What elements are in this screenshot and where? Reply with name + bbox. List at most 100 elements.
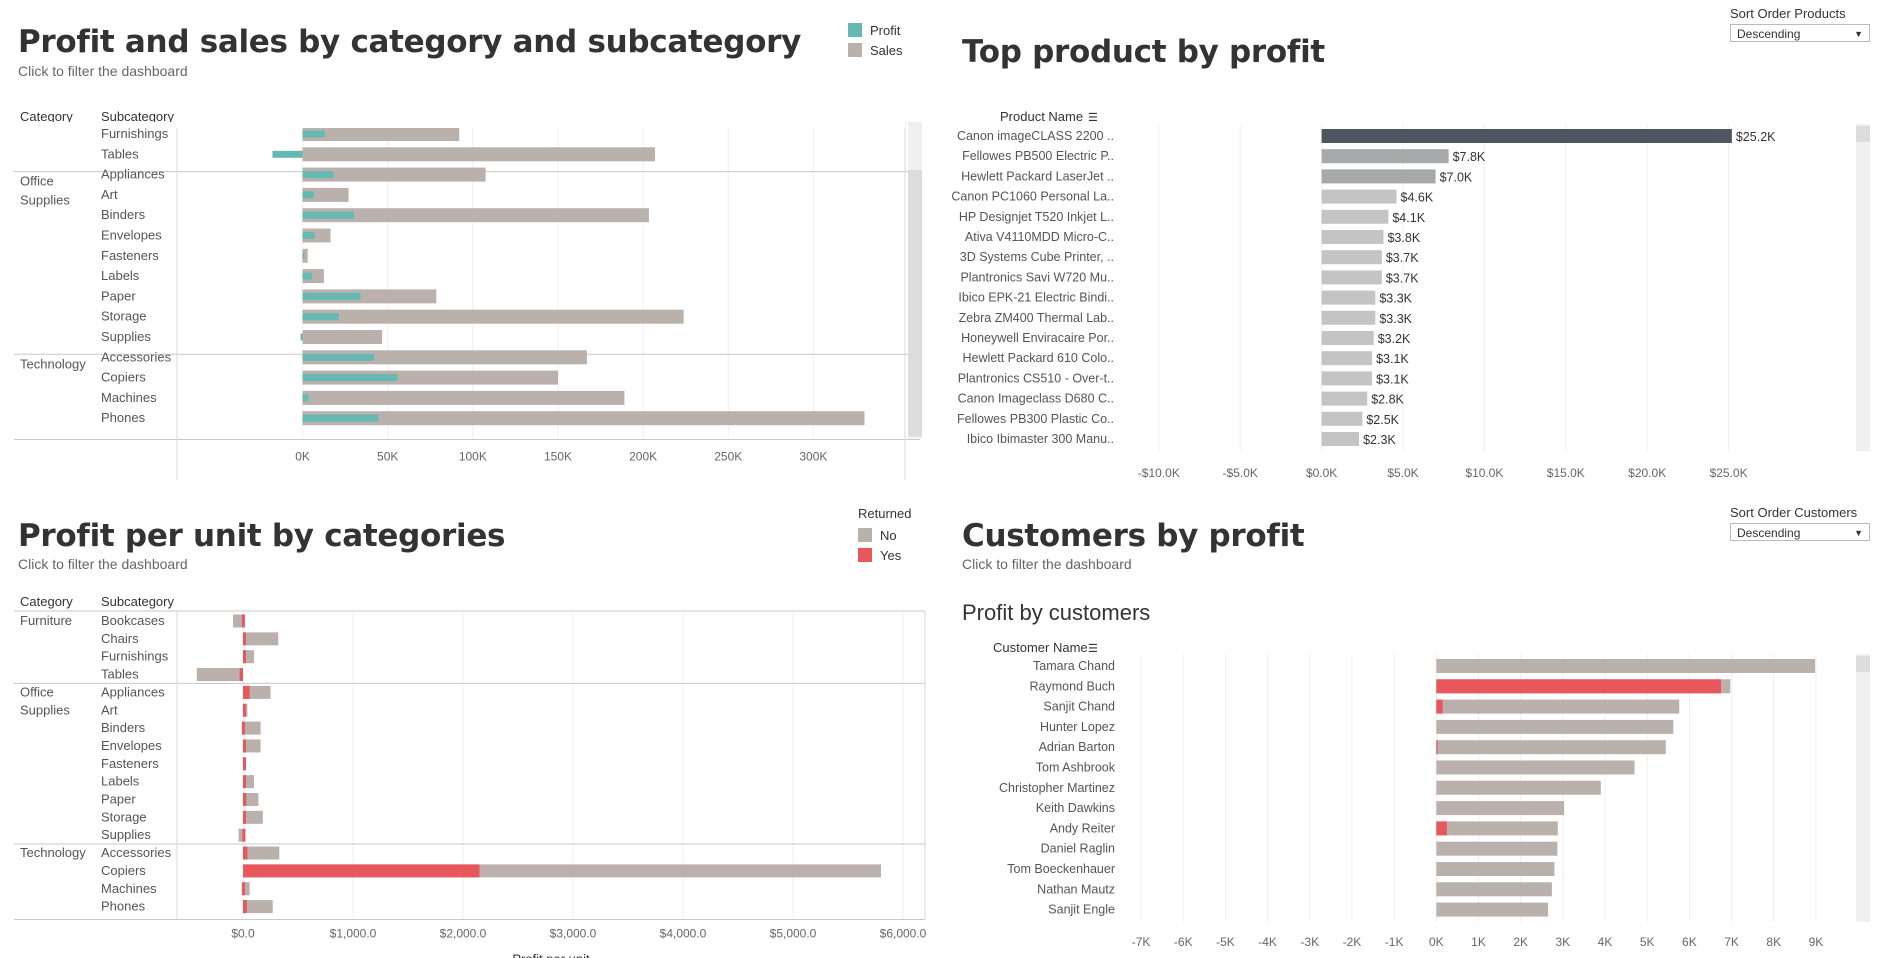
yes-bar-envelopes <box>243 739 246 753</box>
subcategory-label-envelopes: Envelopes <box>101 738 162 753</box>
x-tick-label: $1,000.0 <box>330 926 377 940</box>
sort-order-customers-value: Descending <box>1737 526 1801 540</box>
subcategory-label-supplies: Supplies <box>101 329 151 344</box>
no-bar-sanjit-chand <box>1436 699 1680 714</box>
no-bar-andy-reiter <box>1436 821 1558 836</box>
customers-profit-chart[interactable]: Customer Name ☰ Tamara Chand Raymond Buch Sa… <box>940 634 1879 958</box>
legend-item-sales[interactable]: Sales <box>848 40 903 60</box>
x-tick-label: $3,000.0 <box>550 926 597 940</box>
yes-bar-bookcases <box>241 614 245 628</box>
subcategory-label-labels: Labels <box>101 268 140 283</box>
profit-bar-copiers <box>302 374 398 382</box>
x-tick-label: $2,000.0 <box>440 926 487 940</box>
x-tick-label: 6K <box>1682 935 1697 949</box>
profit-bar-tables <box>272 150 303 158</box>
sort-order-customers-select[interactable]: Descending ▼ <box>1730 523 1870 541</box>
product-bar-10 <box>1321 310 1376 325</box>
customer-label-sanjit-engle: Sanjit Engle <box>1048 903 1115 917</box>
no-bar-keith-dawkins <box>1436 801 1565 816</box>
scrollbar-track <box>1856 124 1870 452</box>
product-bar-2 <box>1321 149 1449 164</box>
subcategory-label-art: Art <box>101 187 118 202</box>
no-bar-nathan-mautz <box>1436 882 1552 897</box>
subcategory-label-labels: Labels <box>101 774 140 789</box>
legend-item-no[interactable]: No <box>858 525 911 545</box>
sort-order-customers-label: Sort Order Customers <box>1730 505 1858 520</box>
subcategory-label-phones: Phones <box>101 410 146 425</box>
top-product-title: Top product by profit <box>962 34 1325 70</box>
product-bar-14 <box>1321 391 1368 406</box>
product-value-label-3: $7.0K <box>1440 170 1473 184</box>
product-bar-9 <box>1321 290 1376 305</box>
yes-bar-fasteners <box>243 757 246 771</box>
sort-order-products[interactable]: Sort Order Products Descending ▼ <box>1730 6 1870 42</box>
x-tick-label: 2K <box>1513 935 1528 949</box>
yes-bar-labels <box>243 775 246 789</box>
subcategory-label-furnishings: Furnishings <box>101 649 169 664</box>
sales-bar-phones <box>302 411 865 426</box>
legend-item-profit[interactable]: Profit <box>848 20 903 40</box>
profit-bar-paper <box>302 292 361 300</box>
subcategory-label-fasteners: Fasteners <box>101 248 159 263</box>
yes-bar-paper <box>243 793 247 806</box>
category-label-technology: Technology <box>20 356 86 371</box>
x-tick-label: $4,000.0 <box>660 926 707 940</box>
x-tick-label: $0.0K <box>1306 466 1337 480</box>
subcategory-label-envelopes: Envelopes <box>101 228 162 243</box>
subcategory-header: Subcategory <box>101 594 174 609</box>
customer-name-header: Customer Name <box>993 640 1088 655</box>
x-tick-label: 8K <box>1766 935 1781 949</box>
subcategory-label-accessories: Accessories <box>101 845 172 860</box>
product-bar-6 <box>1321 230 1384 244</box>
sales-bar-furnishings <box>302 127 460 141</box>
subcategory-label-chairs: Chairs <box>101 631 139 646</box>
yes-bar-tables <box>239 668 243 682</box>
customer-label-nathan-mautz: Nathan Mautz <box>1037 882 1115 896</box>
product-bar-15 <box>1321 411 1363 426</box>
product-value-label-13: $3.1K <box>1376 372 1409 386</box>
product-bar-1 <box>1321 129 1732 143</box>
legend-swatch-profit <box>848 23 862 37</box>
subcategory-label-appliances: Appliances <box>101 684 165 699</box>
profit-sales-chart[interactable]: Category Subcategory Office Supplies Technol… <box>0 100 935 480</box>
product-label-5: HP Designjet T520 Inkjet L.. <box>959 210 1114 224</box>
product-value-label-15: $2.5K <box>1366 413 1399 427</box>
profit-sales-legend[interactable]: Profit Sales <box>848 20 903 60</box>
subcategory-label-fasteners: Fasteners <box>101 756 159 771</box>
subcategory-label-art: Art <box>101 702 118 717</box>
product-label-7: 3D Systems Cube Printer, .. <box>960 250 1114 264</box>
product-label-12: Hewlett Packard 610 Colo.. <box>963 351 1114 365</box>
product-label-2: Fellowes PB500 Electric P.. <box>962 149 1114 163</box>
profit-per-unit-chart[interactable]: Category Subcategory Furniture Office Suppli… <box>0 592 935 958</box>
product-value-label-7: $3.7K <box>1386 251 1419 265</box>
category-label-office-supplies: Supplies <box>20 193 70 208</box>
sort-order-products-select[interactable]: Descending ▼ <box>1730 24 1870 42</box>
category-label-technology: Technology <box>20 845 86 860</box>
product-label-11: Honeywell Enviracaire Por.. <box>961 331 1114 345</box>
sales-bar-tables <box>302 147 656 162</box>
x-tick-label: 7K <box>1724 935 1739 949</box>
legend-swatch-no <box>858 528 872 542</box>
x-tick-label: $5,000.0 <box>770 926 817 940</box>
category-header: Category <box>20 594 73 609</box>
sort-order-customers[interactable]: Sort Order Customers Descending ▼ <box>1730 505 1870 541</box>
profit-bar-accessories <box>302 353 375 361</box>
product-bar-8 <box>1321 270 1382 285</box>
customers-profit-subtitle: Click to filter the dashboard <box>962 556 1132 572</box>
x-tick-label: 3K <box>1556 935 1571 949</box>
no-bar-adrian-barton <box>1436 740 1666 755</box>
yes-bar-adrian-barton <box>1436 740 1438 755</box>
customers-profit-title: Customers by profit <box>962 518 1305 554</box>
product-name-header: Product Name <box>1000 109 1083 124</box>
customer-label-hunter-lopez: Hunter Lopez <box>1040 720 1115 734</box>
legend-item-yes[interactable]: Yes <box>858 545 911 565</box>
profit-bar-envelopes <box>302 232 315 239</box>
product-label-8: Plantronics Savi W720 Mu.. <box>960 270 1114 284</box>
product-value-label-14: $2.8K <box>1371 393 1404 407</box>
x-tick-label: $20.0K <box>1628 466 1666 480</box>
scrollbar-thumb <box>1856 656 1870 672</box>
subcategory-label-binders: Binders <box>101 720 146 735</box>
yes-bar-chairs <box>243 632 246 646</box>
top-product-chart[interactable]: Product Name ☰ Canon imageCLASS 2200 .. $25… <box>940 100 1879 480</box>
returned-legend[interactable]: Returned No Yes <box>858 506 911 565</box>
